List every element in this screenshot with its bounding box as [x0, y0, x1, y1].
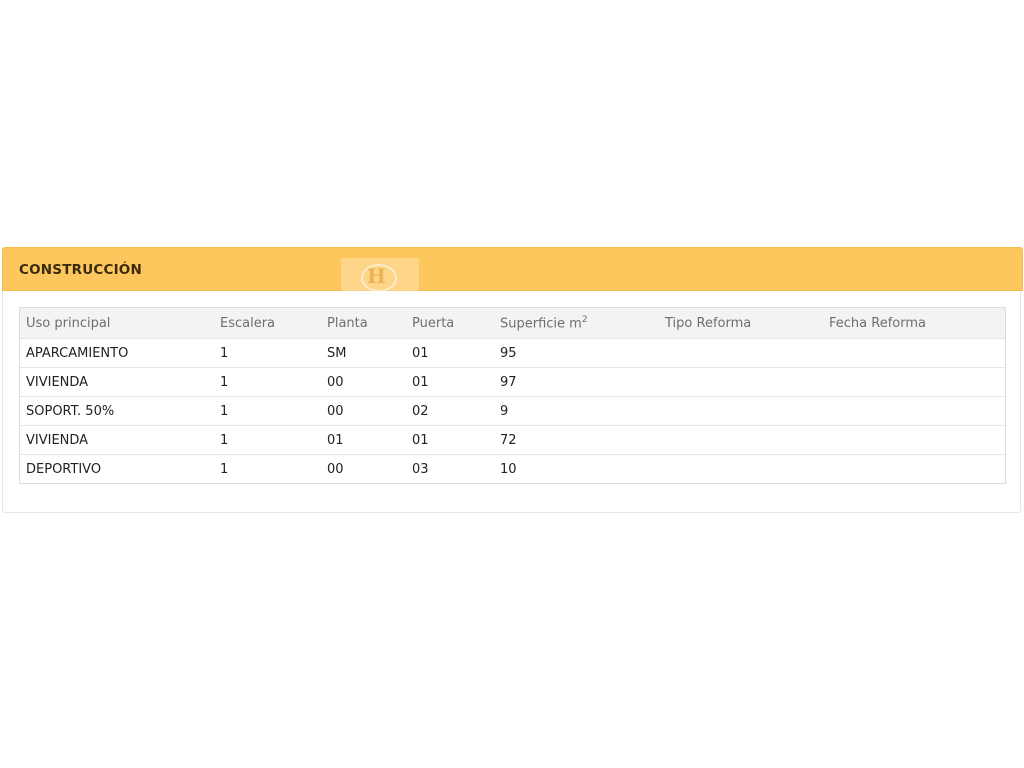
cell-planta: 00	[327, 403, 344, 419]
cell-escalera: 1	[220, 374, 229, 390]
cell-superficie: 72	[500, 432, 517, 448]
cell-planta: 00	[327, 374, 344, 390]
col-header-fecha-reforma: Fecha Reforma	[829, 315, 926, 331]
cell-escalera: 1	[220, 403, 229, 419]
cell-tipo-reforma	[659, 455, 823, 484]
cell-tipo-reforma	[659, 397, 823, 426]
cell-puerta: 01	[412, 432, 429, 448]
col-header-escalera: Escalera	[220, 315, 276, 331]
cell-planta: 00	[327, 461, 344, 477]
table-row: APARCAMIENTO 1 SM 01 95	[20, 338, 1005, 368]
col-header-superficie: Superficie m2	[494, 308, 659, 339]
superficie-label: Superficie m	[500, 316, 582, 332]
table-row: VIVIENDA 1 01 01 72	[20, 425, 1005, 455]
cell-tipo-reforma	[659, 368, 823, 397]
cell-uso: VIVIENDA	[26, 374, 89, 390]
cell-puerta: 03	[412, 461, 429, 477]
construction-table: Uso principal Escalera Planta Puerta Sup…	[19, 307, 1006, 484]
cell-superficie: 9	[500, 403, 509, 419]
cell-superficie: 10	[500, 461, 517, 477]
logo-mark: H	[367, 264, 386, 288]
panel-title: CONSTRUCCIÓN	[19, 262, 142, 278]
cell-superficie: 95	[500, 345, 517, 361]
table-row: VIVIENDA 1 00 01 97	[20, 367, 1005, 397]
table-row: DEPORTIVO 1 00 03 10	[20, 454, 1005, 484]
cell-puerta: 01	[412, 374, 429, 390]
cell-planta: 01	[327, 432, 344, 448]
cell-tipo-reforma	[659, 426, 823, 455]
table-row: SOPORT. 50% 1 00 02 9	[20, 396, 1005, 426]
cell-superficie: 97	[500, 374, 517, 390]
cell-puerta: 01	[412, 345, 429, 361]
cell-escalera: 1	[220, 461, 229, 477]
cell-tipo-reforma	[659, 339, 823, 368]
col-header-tipo-reforma: Tipo Reforma	[665, 315, 752, 331]
cell-uso: APARCAMIENTO	[26, 345, 129, 361]
cell-fecha-reforma	[823, 426, 1005, 455]
cell-uso: DEPORTIVO	[26, 461, 102, 477]
cell-fecha-reforma	[823, 368, 1005, 397]
cell-escalera: 1	[220, 432, 229, 448]
col-header-uso: Uso principal	[26, 315, 111, 331]
cell-puerta: 02	[412, 403, 429, 419]
construccion-panel: CONSTRUCCIÓN H Uso principal Escalera Pl…	[2, 247, 1023, 513]
cell-fecha-reforma	[823, 455, 1005, 484]
cell-fecha-reforma	[823, 339, 1005, 368]
cell-planta: SM	[327, 345, 347, 361]
watermark-logo-icon: H	[341, 258, 419, 298]
panel-header: CONSTRUCCIÓN H	[2, 247, 1023, 298]
col-header-planta: Planta	[327, 315, 368, 331]
col-header-puerta: Puerta	[412, 315, 455, 331]
table-header-row: Uso principal Escalera Planta Puerta Sup…	[20, 308, 1005, 339]
cell-fecha-reforma	[823, 397, 1005, 426]
superficie-exponent: 2	[581, 314, 588, 325]
cell-uso: SOPORT. 50%	[26, 403, 115, 419]
cell-uso: VIVIENDA	[26, 432, 89, 448]
cell-escalera: 1	[220, 345, 229, 361]
